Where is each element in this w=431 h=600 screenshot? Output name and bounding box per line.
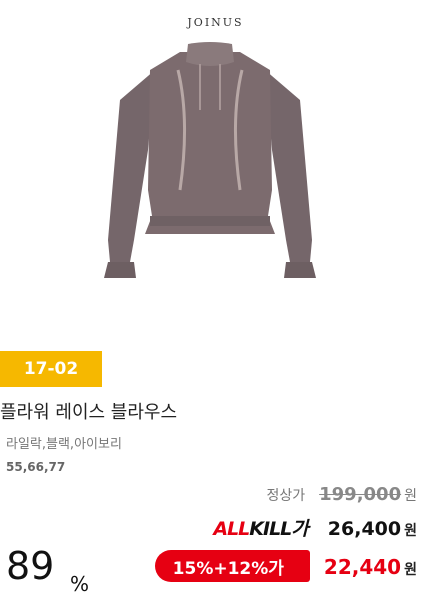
currency-label: 원 xyxy=(404,523,417,539)
brand-logo: JOINUS xyxy=(187,16,244,29)
allkill-label-all: ALL xyxy=(213,518,250,540)
currency-label: 원 xyxy=(404,561,417,578)
allkill-label-kill: KILL xyxy=(249,518,292,540)
regular-price-label: 정상가 xyxy=(266,488,306,504)
product-image[interactable] xyxy=(100,40,320,340)
allkill-price-row: ALLKILL가 26,400 원 xyxy=(213,514,417,541)
product-sizes: 55,66,77 xyxy=(6,460,66,474)
regular-price: 199,000 xyxy=(319,484,402,505)
product-code-badge: 17-02 xyxy=(0,351,102,387)
discount-badge: 15%+12%가 xyxy=(154,550,310,582)
product-colors: 라일락,블랙,아이보리 xyxy=(6,437,122,452)
final-price: 22,440 xyxy=(323,554,402,579)
final-price-row: 15%+12%가 22,440 원 xyxy=(154,550,417,582)
regular-price-row: 정상가 199,000 원 xyxy=(266,484,417,505)
allkill-label: ALLKILL가 xyxy=(213,514,309,541)
allkill-price: 26,400 xyxy=(327,518,402,540)
discount-percent: 89 xyxy=(6,544,55,588)
percent-sign: % xyxy=(70,572,90,596)
allkill-label-ga: 가 xyxy=(291,518,309,540)
product-title[interactable]: 플라워 레이스 블라우스 xyxy=(0,398,177,424)
currency-label: 원 xyxy=(404,488,417,504)
